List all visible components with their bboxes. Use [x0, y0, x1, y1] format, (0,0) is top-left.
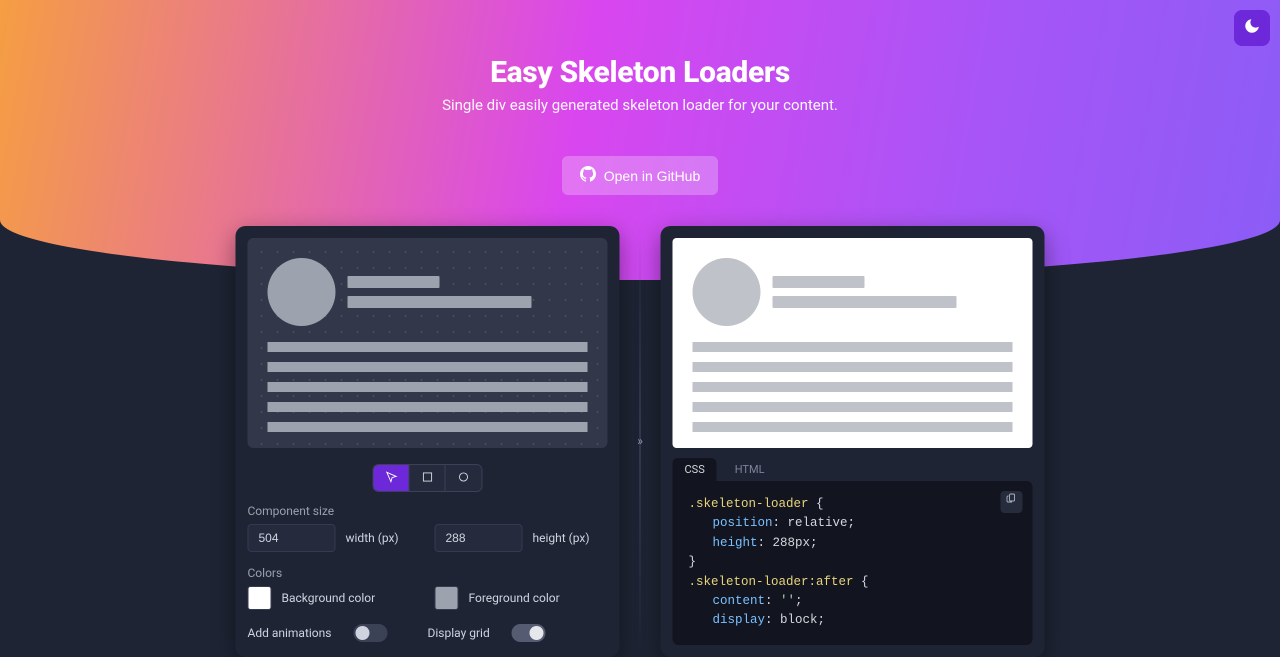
preview-bar: [693, 362, 1013, 372]
skeleton-bar[interactable]: [268, 422, 588, 432]
preview-bar: [693, 342, 1013, 352]
skeleton-bar[interactable]: [268, 342, 588, 352]
editor-panel: Component size width (px) height (px) Co…: [236, 226, 620, 657]
preview-bar: [693, 422, 1013, 432]
preview-bar: [773, 296, 957, 308]
preview-bar: [693, 382, 1013, 392]
preview-avatar: [693, 258, 761, 326]
square-icon: [420, 469, 434, 488]
github-button-label: Open in GitHub: [604, 168, 701, 184]
display-grid-toggle[interactable]: [512, 624, 546, 642]
preview-bar: [773, 276, 865, 288]
page-title: Easy Skeleton Loaders: [0, 55, 1280, 90]
select-tool-button[interactable]: [374, 465, 410, 491]
circle-tool-button[interactable]: [446, 465, 482, 491]
output-panel: CSS HTML .skeleton-loader { position: re…: [661, 226, 1045, 657]
skeleton-bar[interactable]: [268, 382, 588, 392]
height-input[interactable]: [435, 524, 523, 552]
preview-bar: [693, 402, 1013, 412]
skeleton-canvas[interactable]: [248, 238, 608, 448]
code-output: .skeleton-loader { position: relative; h…: [673, 481, 1033, 645]
skeleton-preview: [673, 238, 1033, 448]
cursor-icon: [384, 469, 398, 488]
skeleton-avatar[interactable]: [268, 258, 336, 326]
bg-color-label: Background color: [282, 591, 376, 605]
skeleton-bar[interactable]: [268, 402, 588, 412]
component-size-label: Component size: [248, 504, 608, 518]
fg-color-swatch[interactable]: [435, 586, 459, 610]
add-animations-toggle[interactable]: [353, 624, 387, 642]
rectangle-tool-button[interactable]: [410, 465, 446, 491]
height-unit-label: height (px): [533, 531, 590, 545]
bg-color-swatch[interactable]: [248, 586, 272, 610]
skeleton-bar[interactable]: [268, 362, 588, 372]
chevron-right-icon: »: [631, 432, 649, 450]
github-icon: [580, 166, 596, 185]
clipboard-icon: [1006, 492, 1018, 511]
panel-divider: »: [640, 226, 641, 657]
add-animations-label: Add animations: [248, 626, 332, 640]
width-input[interactable]: [248, 524, 336, 552]
tab-html[interactable]: HTML: [723, 458, 777, 481]
skeleton-bar[interactable]: [348, 276, 440, 288]
shape-tool-group: [373, 464, 483, 492]
skeleton-bar[interactable]: [348, 296, 532, 308]
width-unit-label: width (px): [346, 531, 399, 545]
circle-icon: [457, 469, 471, 488]
copy-code-button[interactable]: [1001, 491, 1023, 513]
tab-css[interactable]: CSS: [673, 458, 717, 481]
page-subtitle: Single div easily generated skeleton loa…: [0, 96, 1280, 114]
display-grid-label: Display grid: [428, 626, 490, 640]
open-github-button[interactable]: Open in GitHub: [562, 156, 719, 195]
colors-label: Colors: [248, 566, 608, 580]
fg-color-label: Foreground color: [469, 591, 560, 605]
